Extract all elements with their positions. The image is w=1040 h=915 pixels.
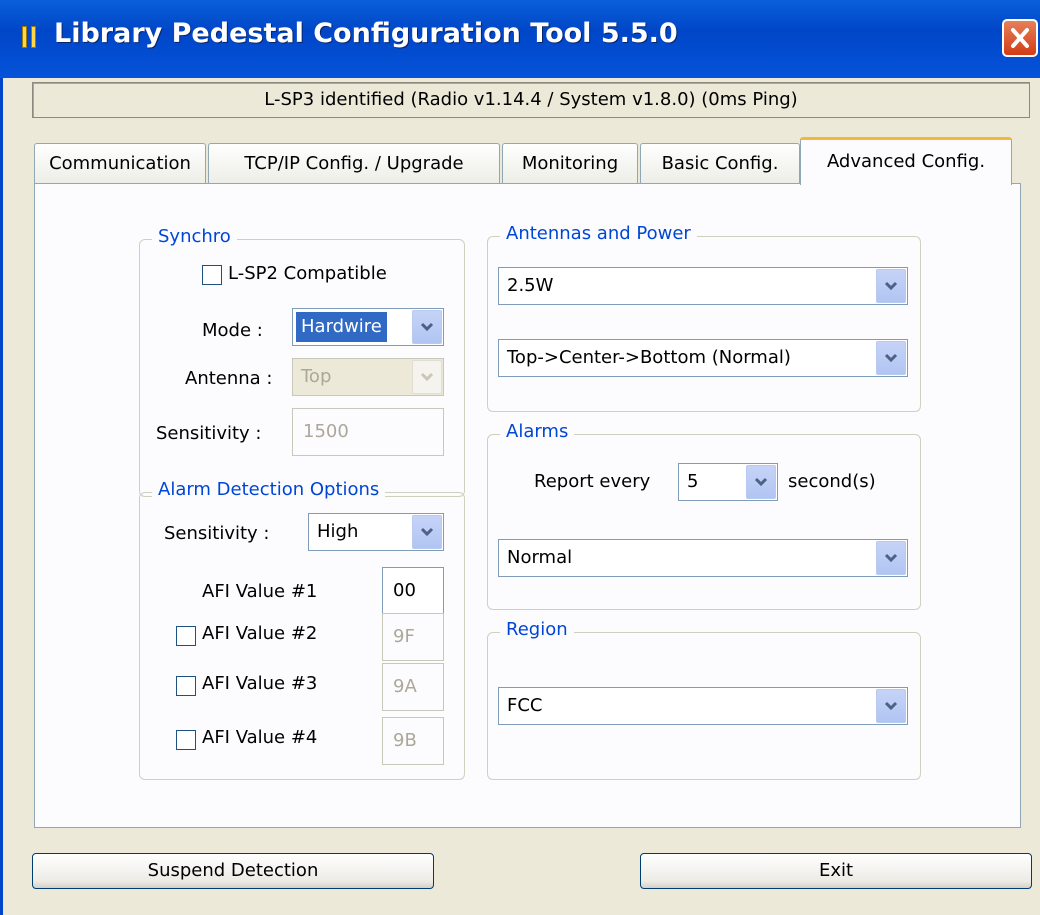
synchro-sensitivity-field[interactable]: 1500 — [292, 408, 444, 456]
close-button[interactable] — [1002, 19, 1038, 57]
alarm-mode-dropdown-button[interactable] — [876, 541, 906, 575]
window-title: Library Pedestal Configuration Tool 5.5.… — [54, 18, 678, 49]
chevron-down-icon — [884, 353, 898, 363]
exit-button[interactable]: Exit — [640, 853, 1032, 889]
alarm-detection-legend: Alarm Detection Options — [152, 479, 386, 500]
mode-value: Hardwire — [296, 312, 387, 342]
afi-value-4-label: AFI Value #4 — [202, 727, 318, 748]
report-interval-value: 5 — [687, 471, 699, 492]
chevron-down-icon — [884, 701, 898, 711]
antennas-power-group: Antennas and Power 2.5W Top->Center->Bot… — [487, 223, 921, 412]
mode-label: Mode : — [202, 320, 263, 341]
lsp2-compatible-checkbox[interactable] — [202, 265, 222, 285]
title-bar[interactable]: Library Pedestal Configuration Tool 5.5.… — [0, 0, 1040, 78]
suspend-detection-button[interactable]: Suspend Detection — [32, 853, 434, 889]
close-icon — [1011, 28, 1029, 48]
chevron-down-icon — [884, 553, 898, 563]
alarm-sensitivity-label: Sensitivity : — [164, 523, 270, 544]
report-interval-dropdown-button[interactable] — [746, 465, 776, 499]
afi-value-4-checkbox[interactable] — [176, 730, 196, 750]
afi-value-2-checkbox[interactable] — [176, 626, 196, 646]
antenna-sequence-select[interactable]: Top->Center->Bottom (Normal) — [498, 339, 908, 377]
pedestal-icon — [22, 26, 36, 48]
antenna-select[interactable]: Top — [292, 358, 444, 396]
tab-monitoring[interactable]: Monitoring — [502, 143, 638, 183]
synchro-legend: Synchro — [152, 226, 237, 247]
chevron-down-icon — [420, 527, 434, 537]
afi-value-3-checkbox[interactable] — [176, 676, 196, 696]
power-dropdown-button[interactable] — [876, 269, 906, 303]
alarm-sensitivity-dropdown-button[interactable] — [412, 515, 442, 549]
alarms-group: Alarms Report every 5 second(s) Normal — [487, 421, 921, 610]
tab-basic-config[interactable]: Basic Config. — [640, 143, 800, 183]
antenna-label: Antenna : — [185, 368, 273, 389]
region-group: Region FCC — [487, 619, 921, 780]
tab-tcpip-config-upgrade[interactable]: TCP/IP Config. / Upgrade — [208, 143, 500, 183]
region-legend: Region — [500, 619, 574, 640]
antenna-dropdown-button[interactable] — [412, 360, 442, 394]
chevron-down-icon — [754, 477, 768, 487]
antenna-value: Top — [301, 366, 332, 387]
power-value: 2.5W — [507, 275, 554, 296]
chevron-down-icon — [420, 322, 434, 332]
alarm-sensitivity-value: High — [317, 521, 359, 542]
status-bar: L-SP3 identified (Radio v1.14.4 / System… — [32, 82, 1030, 118]
chevron-down-icon — [420, 372, 434, 382]
mode-dropdown-button[interactable] — [412, 310, 442, 344]
afi-value-3-field[interactable]: 9A — [382, 663, 444, 711]
region-dropdown-button[interactable] — [876, 689, 906, 723]
chevron-down-icon — [884, 281, 898, 291]
mode-select[interactable]: Hardwire — [292, 308, 444, 346]
alarm-sensitivity-select[interactable]: High — [308, 513, 444, 551]
antenna-sequence-dropdown-button[interactable] — [876, 341, 906, 375]
afi-value-3-label: AFI Value #3 — [202, 673, 318, 694]
antenna-sequence-value: Top->Center->Bottom (Normal) — [507, 347, 791, 368]
alarm-mode-select[interactable]: Normal — [498, 539, 908, 577]
region-select[interactable]: FCC — [498, 687, 908, 725]
report-interval-select[interactable]: 5 — [678, 463, 778, 501]
afi-value-1-field[interactable]: 00 — [382, 567, 444, 615]
lsp2-compatible-label: L-SP2 Compatible — [228, 263, 387, 284]
power-select[interactable]: 2.5W — [498, 267, 908, 305]
antennas-power-legend: Antennas and Power — [500, 223, 697, 244]
tab-communication[interactable]: Communication — [34, 143, 206, 183]
alarm-mode-value: Normal — [507, 547, 573, 568]
afi-value-1-label: AFI Value #1 — [202, 581, 318, 602]
afi-value-2-label: AFI Value #2 — [202, 623, 318, 644]
afi-value-2-field[interactable]: 9F — [382, 613, 444, 661]
advanced-config-panel: Synchro L-SP2 Compatible Mode : Hardwire… — [34, 183, 1021, 828]
region-value: FCC — [507, 695, 543, 716]
report-every-label: Report every — [534, 471, 651, 492]
report-unit-label: second(s) — [788, 471, 876, 492]
synchro-sensitivity-label: Sensitivity : — [156, 423, 262, 444]
alarm-detection-group: Alarm Detection Options Sensitivity : Hi… — [139, 479, 465, 780]
afi-value-4-field[interactable]: 9B — [382, 717, 444, 765]
synchro-group: Synchro L-SP2 Compatible Mode : Hardwire… — [139, 226, 465, 497]
alarms-legend: Alarms — [500, 421, 575, 442]
tab-advanced-config[interactable]: Advanced Config. — [800, 137, 1012, 185]
